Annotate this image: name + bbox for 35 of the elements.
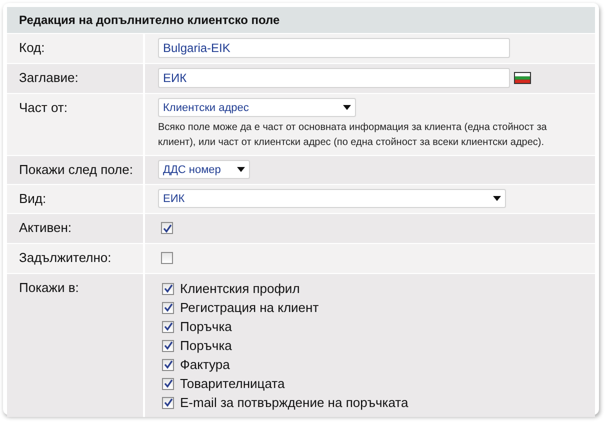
- checkbox[interactable]: [161, 222, 173, 234]
- checkbox[interactable]: [162, 340, 174, 352]
- checkbox[interactable]: [162, 302, 174, 314]
- field-label: Активен:: [19, 220, 72, 235]
- dropdown[interactable]: Клиентски адрес: [158, 98, 356, 117]
- checkbox[interactable]: [162, 396, 174, 408]
- checkbox[interactable]: [162, 378, 174, 390]
- checkbox[interactable]: [162, 320, 174, 332]
- checkbox[interactable]: [162, 282, 174, 294]
- field-label: Заглавие:: [19, 70, 78, 85]
- field-label: Код:: [19, 40, 45, 55]
- option-label: Регистрация на клиент: [180, 300, 319, 315]
- field-label: Вид:: [19, 191, 46, 206]
- caret-icon: [493, 196, 501, 201]
- option-label: Товарителницата: [180, 376, 285, 391]
- panel-title: Редакция на допълнително клиентско поле: [7, 7, 595, 33]
- checkbox[interactable]: [162, 358, 174, 370]
- option-label: Фактура: [180, 357, 230, 372]
- option-label: Поръчка: [180, 319, 232, 334]
- flag-icon: [514, 72, 531, 84]
- checkbox[interactable]: [161, 252, 173, 264]
- option-label: E-mail за потвърждение на поръчката: [180, 395, 408, 410]
- text-field[interactable]: Bulgaria-EIK: [158, 38, 510, 58]
- field-label: Покажи в:: [19, 280, 79, 295]
- field-label: Част от:: [19, 100, 68, 115]
- option-label: Поръчка: [180, 338, 232, 353]
- help-text: Всяко поле може да е част от основната информация за клиента (една стойност за клиент), или част от клиентски адрес (по една стойност за всеки клиентски адрес).: [158, 121, 548, 150]
- option-label: Клиентския профил: [180, 281, 300, 296]
- text-field[interactable]: ЕИК: [158, 68, 510, 88]
- field-label: Задължително:: [19, 250, 112, 265]
- field-label: Покажи след поле:: [19, 162, 133, 177]
- caret-icon: [343, 105, 351, 110]
- dropdown[interactable]: ДДС номер: [158, 160, 250, 179]
- dropdown[interactable]: ЕИК: [158, 189, 506, 208]
- caret-icon: [237, 167, 245, 172]
